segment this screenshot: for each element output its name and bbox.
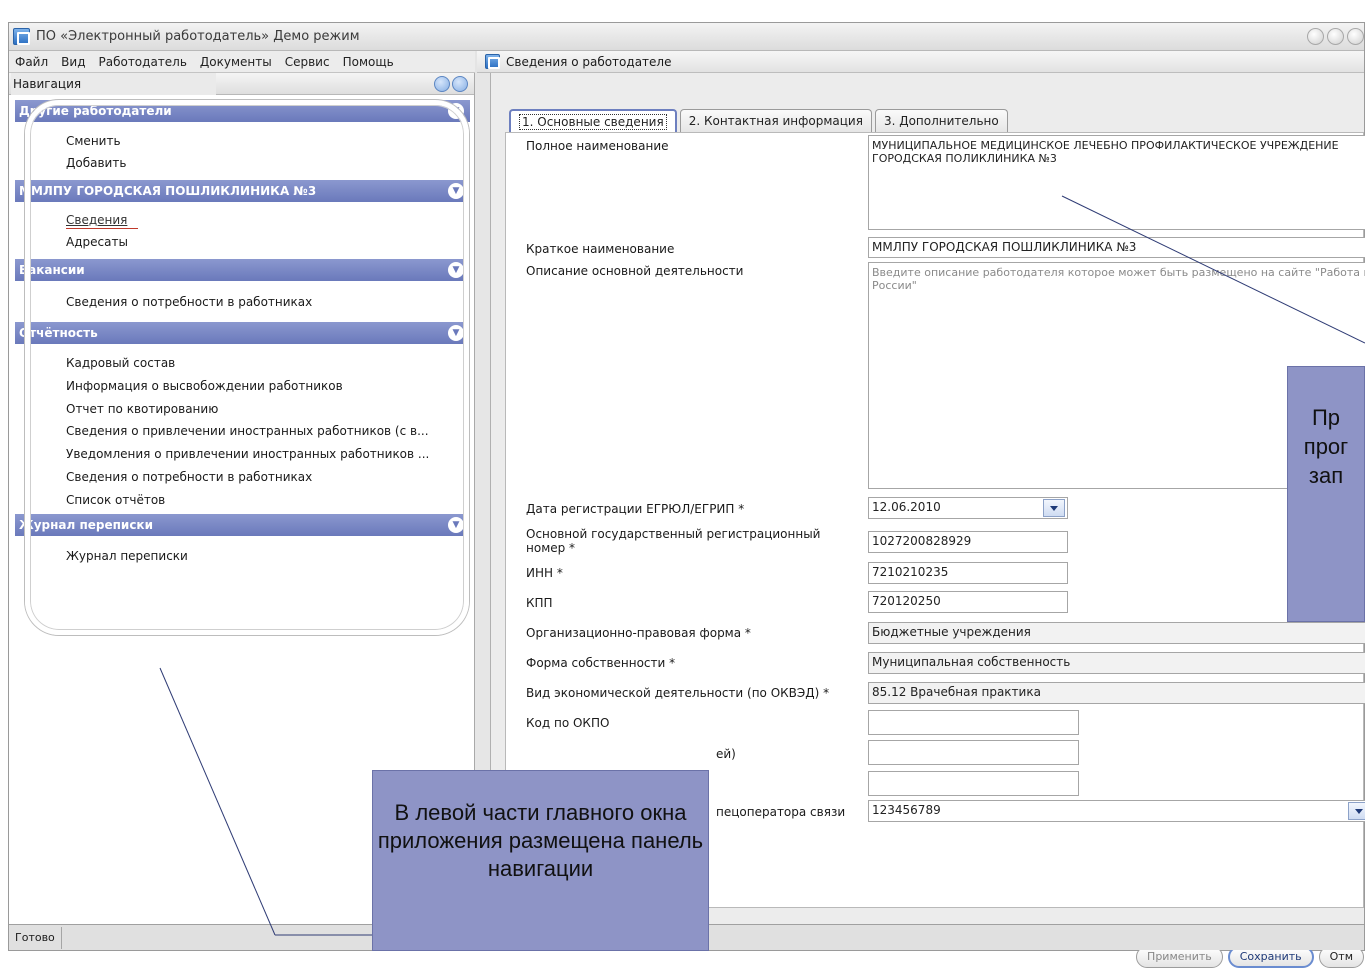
document-title: Сведения о работодателе <box>506 54 672 69</box>
section-title: Другие работодатели <box>19 104 172 118</box>
chevron-down-icon[interactable]: ▼ <box>448 103 464 119</box>
nav-item-release[interactable]: Информация о высвобождении работников <box>66 375 464 398</box>
title-bar: ПО «Электронный работодатель» Демо режим <box>9 23 1364 51</box>
form-callout-line-1: Пр <box>1311 405 1341 430</box>
nav-item-report-list[interactable]: Список отчётов <box>66 489 464 512</box>
app-icon <box>13 28 30 45</box>
legal-form-label: Организационно-правовая форма * <box>526 626 751 640</box>
field-c[interactable] <box>868 771 1079 796</box>
section-title: Отчётность <box>19 326 98 340</box>
nav-item-change[interactable]: Сменить <box>66 130 464 152</box>
operator-field[interactable]: 123456789 <box>868 800 1365 822</box>
expand-icon[interactable] <box>452 76 468 92</box>
form-callout: Пр прог зап <box>1287 366 1365 622</box>
chevron-down-icon[interactable]: ▼ <box>448 262 464 278</box>
tab-label: 2. Контактная информация <box>688 114 863 128</box>
partial-label: ей) <box>716 747 736 761</box>
legal-form-field[interactable]: Бюджетные учреждения <box>868 622 1365 644</box>
tab-contact-info[interactable]: 2. Контактная информация <box>679 109 872 132</box>
navigation-toggles <box>434 76 468 92</box>
navigation-title: Навигация <box>11 72 216 95</box>
tab-label: 3. Дополнительно <box>883 114 999 128</box>
description-label: Описание основной деятельности <box>526 264 744 278</box>
okpo-field[interactable] <box>868 710 1079 735</box>
section-title: Журнал переписки <box>19 517 153 532</box>
form-callout-line-3: зап <box>1308 463 1344 488</box>
chevron-down-icon[interactable]: ▼ <box>448 516 464 533</box>
close-icon[interactable] <box>1347 28 1364 45</box>
ownership-field[interactable]: Муниципальная собственность <box>868 652 1365 674</box>
nav-item-info[interactable]: Сведения <box>66 209 464 231</box>
section-title: ММЛПУ ГОРОДСКАЯ ПОШЛИКЛИНИКА №3 <box>19 184 317 198</box>
nav-item-correspondence[interactable]: Журнал переписки <box>66 545 464 567</box>
short-name-label: Краткое наименование <box>526 242 675 256</box>
nav-item-foreign-info[interactable]: Сведения о привлечении иностранных работ… <box>66 420 464 443</box>
form-callout-line-2: прог <box>1303 434 1349 459</box>
inn-field[interactable]: 7210210235 <box>868 562 1068 584</box>
reg-date-label: Дата регистрации ЕГРЮЛ/ЕГРИП * <box>526 502 745 516</box>
chevron-down-icon[interactable]: ▼ <box>448 183 464 199</box>
operator-dropdown-icon[interactable] <box>1348 802 1365 820</box>
tab-label: 1. Основные сведения <box>519 113 667 130</box>
short-name-field[interactable]: ММЛПУ ГОРОДСКАЯ ПОШЛИКЛИНИКА №3 <box>868 237 1365 258</box>
operator-label: пецоператора связи <box>716 805 846 819</box>
menu-service[interactable]: Сервис <box>285 55 330 69</box>
okved-field[interactable]: 85.12 Врачебная практика <box>868 682 1365 704</box>
section-correspondence[interactable]: Журнал переписки ▼ <box>15 513 470 536</box>
nav-item-needs[interactable]: Сведения о потребности в работниках <box>66 466 464 489</box>
nav-item-info-label: Сведения <box>66 213 128 227</box>
section-title: Вакансии <box>19 263 85 277</box>
okpo-label: Код по ОКПО <box>526 716 610 730</box>
calendar-dropdown-icon[interactable] <box>1043 499 1065 517</box>
ownership-label: Форма собственности * <box>526 656 676 670</box>
inn-label: ИНН * <box>526 566 563 580</box>
kpp-field[interactable]: 720120250 <box>868 591 1068 613</box>
window-controls <box>1307 28 1364 45</box>
nav-item-demand[interactable]: Сведения о потребности в работниках <box>66 291 464 313</box>
status-text: Готово <box>9 926 62 949</box>
section-vacancies[interactable]: Вакансии ▼ <box>15 259 470 281</box>
nav-item-foreign-notice[interactable]: Уведомления о привлечении иностранных ра… <box>66 443 464 466</box>
minimize-icon[interactable] <box>1307 28 1324 45</box>
nav-item-add[interactable]: Добавить <box>66 152 464 174</box>
section-reports[interactable]: Отчётность ▼ <box>15 322 470 344</box>
tab-bar: 1. Основные сведения 2. Контактная инфор… <box>509 109 1008 132</box>
nav-item-recipients[interactable]: Адресаты <box>66 231 464 253</box>
window-title: ПО «Электронный работодатель» Демо режим <box>36 29 360 44</box>
section-other-employers[interactable]: Другие работодатели ▼ <box>15 100 470 122</box>
section-current-employer[interactable]: ММЛПУ ГОРОДСКАЯ ПОШЛИКЛИНИКА №3 ▼ <box>15 180 470 202</box>
ogrn-field[interactable]: 1027200828929 <box>868 531 1068 553</box>
document-header: Сведения о работодателе <box>477 51 1364 73</box>
reg-date-field[interactable]: 12.06.2010 <box>868 497 1068 519</box>
nav-item-staff[interactable]: Кадровый состав <box>66 352 464 375</box>
maximize-icon[interactable] <box>1327 28 1344 45</box>
menu-file[interactable]: Файл <box>15 55 48 69</box>
tab-basic-info[interactable]: 1. Основные сведения <box>509 109 677 132</box>
collapse-icon[interactable] <box>434 76 450 92</box>
tab-additional[interactable]: 3. Дополнительно <box>874 109 1008 132</box>
kpp-label: КПП <box>526 596 553 610</box>
menu-employer[interactable]: Работодатель <box>98 55 186 69</box>
document-icon <box>485 54 500 69</box>
ogrn-label: Основной государственный регистрационный… <box>526 527 821 555</box>
active-marker <box>66 228 138 229</box>
menu-documents[interactable]: Документы <box>200 55 272 69</box>
menu-bar: Файл Вид Работодатель Документы Сервис П… <box>9 51 475 73</box>
navigation-header: Навигация <box>9 72 474 95</box>
navigation-callout: В левой части главного окна приложения р… <box>372 770 709 951</box>
menu-help[interactable]: Помощь <box>343 55 394 69</box>
field-b[interactable] <box>868 740 1079 765</box>
okved-label: Вид экономической деятельности (по ОКВЭД… <box>526 686 830 700</box>
nav-item-quota[interactable]: Отчет по квотированию <box>66 398 464 421</box>
chevron-down-icon[interactable]: ▼ <box>448 325 464 341</box>
full-name-field[interactable]: МУНИЦИПАЛЬНОЕ МЕДИЦИНСКОЕ ЛЕЧЕБНО ПРОФИЛ… <box>868 135 1365 230</box>
menu-view[interactable]: Вид <box>61 55 85 69</box>
full-name-label: Полное наименование <box>526 139 669 153</box>
